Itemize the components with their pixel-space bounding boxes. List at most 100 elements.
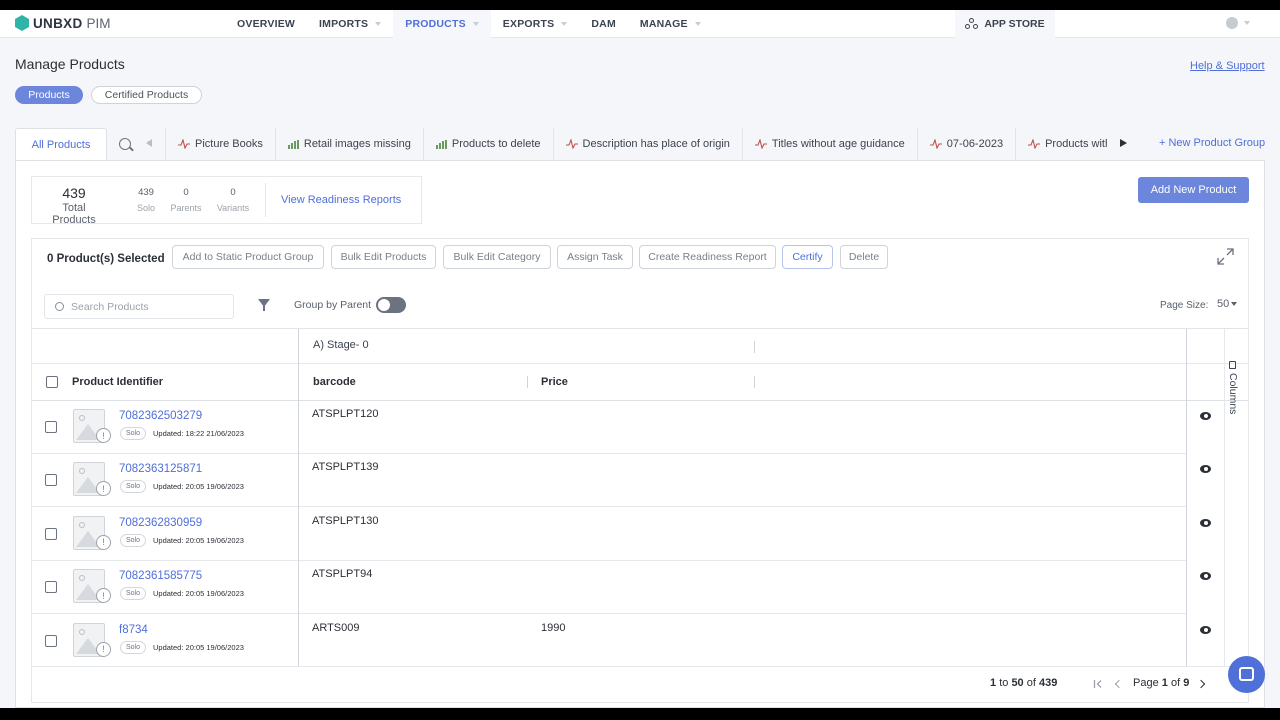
nav-item-dam[interactable]: DAM [579,10,628,38]
search-input[interactable] [71,298,221,316]
search-icon [55,302,64,311]
nav-item-exports[interactable]: EXPORTS [491,10,580,38]
next-page-icon[interactable] [1196,679,1206,689]
create-readiness-report-button[interactable]: Create Readiness Report [639,245,776,269]
app-store-icon [965,18,979,30]
bar-chart-icon [287,139,299,149]
columns-panel-tab[interactable]: Columns [1227,361,1239,414]
actions-column [1186,329,1224,666]
first-page-icon[interactable] [1093,679,1103,689]
pinned-column [32,329,299,666]
column-group-header: A) Stage- 0 [313,339,369,351]
group-by-parent-toggle[interactable] [376,297,406,313]
variants-stat: 0 Variants [213,187,253,213]
total-products-stat: 439 Total Products [40,185,108,226]
tab-product-group[interactable]: Retail images missing [274,128,423,160]
user-menu[interactable] [1226,17,1250,29]
add-to-static-group-button[interactable]: Add to Static Product Group [172,245,324,269]
page-size-label: Page Size: [1160,300,1209,311]
total-products-label: Total Products [52,202,96,226]
logo-icon [15,15,29,31]
group-tab-list: Picture Books Retail images missing Produc… [165,128,1107,160]
user-avatar-icon [1226,17,1238,29]
search-icon[interactable] [119,138,131,150]
barcode-cell[interactable]: ATSPLPT120 [312,408,378,420]
bulk-action-bar: 0 Product(s) Selected Add to Static Prod… [31,238,1249,284]
certify-button[interactable]: Certify [782,245,833,269]
parents-label: Parents [170,203,202,213]
scroll-left-icon[interactable] [146,139,152,147]
nav-item-products[interactable]: PRODUCTS [393,10,491,38]
chevron-down-icon [694,22,701,26]
filter-icon[interactable] [258,299,270,311]
chevron-down-icon [375,22,382,26]
chat-icon [1239,667,1254,681]
nav-item-label: EXPORTS [502,18,555,30]
certified-products-pill[interactable]: Certified Products [91,86,202,104]
total-products-value: 439 [62,185,86,201]
products-pill[interactable]: Products [15,86,83,104]
total-pages: 9 [1183,677,1190,689]
view-readiness-reports-link[interactable]: View Readiness Reports [281,194,401,206]
chevron-down-icon [1244,21,1250,25]
logo-product: PIM [86,15,111,31]
nav-item-label: DAM [591,18,616,30]
nav-item-imports[interactable]: IMPORTS [307,10,393,38]
nav-item-manage[interactable]: MANAGE [628,10,713,38]
parents-value: 0 [183,187,189,198]
page-size-select[interactable]: 50 [1217,298,1238,310]
page-indicator: Page 1 of 9 [1133,677,1189,689]
activity-icon [178,139,190,149]
range-total: 439 [1039,677,1058,689]
tab-all-products[interactable]: All Products [15,128,107,161]
column-header-barcode[interactable]: barcode [313,376,356,388]
tab-label: 07-06-2023 [946,138,1004,150]
columns-icon [1229,361,1237,369]
assign-task-button[interactable]: Assign Task [557,245,633,269]
barcode-cell[interactable]: ATSPLPT139 [312,461,378,473]
pages-of-word: of [1170,677,1181,689]
tab-product-group[interactable]: Products with r [1015,128,1107,160]
tab-label: Picture Books [195,138,263,150]
new-product-group-link[interactable]: + New Product Group [1159,137,1265,149]
nav-item-overview[interactable]: OVERVIEW [225,10,307,38]
price-cell[interactable]: 1990 [541,622,565,634]
tab-product-group[interactable]: Picture Books [165,128,275,160]
tab-product-group[interactable]: Description has place of origin [552,128,742,160]
products-card: 439 Total Products 439 Solo 0 Parents 0 … [15,160,1265,708]
previous-page-icon[interactable] [1114,679,1124,689]
tab-label: Products with r [1045,138,1107,150]
bulk-edit-category-button[interactable]: Bulk Edit Category [443,245,551,269]
logo[interactable]: UNBXD PIM [15,15,111,31]
tab-product-group[interactable]: 07-06-2023 [916,128,1015,160]
products-grid: A) Stage- 0 Product Identifier barcode P… [31,328,1249,667]
range-to: 50 [1011,677,1024,689]
nav-item-label: IMPORTS [319,18,369,30]
column-resize-handle[interactable] [754,341,755,353]
app-store-button[interactable]: APP STORE [955,10,1055,38]
chevron-down-icon [561,22,568,26]
search-box[interactable] [44,294,234,319]
barcode-cell[interactable]: ATSPLPT94 [312,568,372,580]
tab-label: Retail images missing [303,138,411,150]
barcode-cell[interactable]: ATSPLPT130 [312,515,378,527]
logo-brand: UNBXD [33,15,83,31]
app-frame: UNBXD PIM OVERVIEW IMPORTS PRODUCTS EXPORTS… [0,10,1280,708]
tab-product-group[interactable]: Titles without age guidance [741,128,917,160]
column-header-price[interactable]: Price [541,376,568,388]
help-support-link[interactable]: Help & Support [1190,60,1265,72]
solo-stat: 439 Solo [126,187,166,213]
add-new-product-button[interactable]: Add New Product [1138,177,1249,203]
column-resize-handle[interactable] [527,376,528,388]
expand-icon[interactable] [1217,248,1234,265]
tab-label: Products to delete [451,138,541,150]
bulk-edit-products-button[interactable]: Bulk Edit Products [331,245,436,269]
delete-button[interactable]: Delete [840,245,888,269]
tab-product-group[interactable]: Products to delete [422,128,553,160]
chat-support-button[interactable] [1228,656,1265,693]
column-resize-handle[interactable] [754,376,755,388]
scroll-right-icon[interactable] [1120,139,1127,147]
columns-side-panel[interactable]: Columns [1224,329,1248,666]
barcode-cell[interactable]: ARTS009 [312,622,360,634]
pagination-bar: 1 to 50 of 439 Page 1 of 9 [31,667,1249,703]
